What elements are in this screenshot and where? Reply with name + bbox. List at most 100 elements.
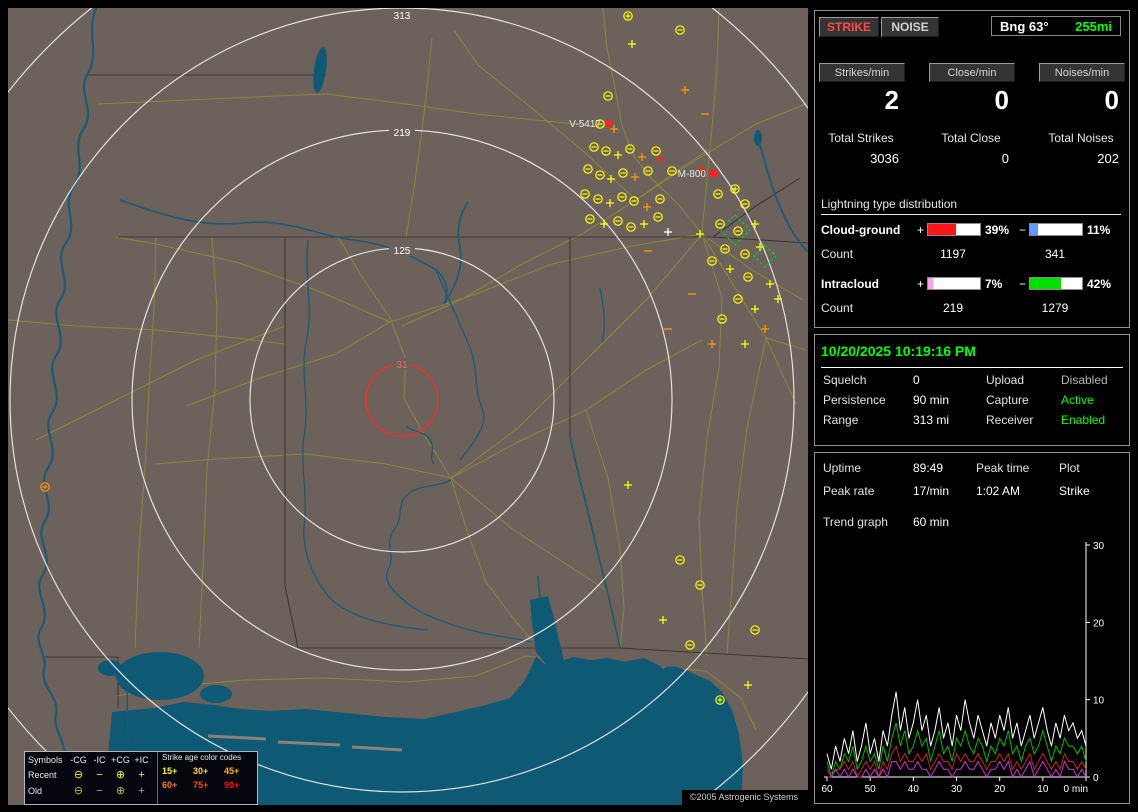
total-strikes-value: 3036 — [870, 151, 899, 166]
receiver-status: Enabled — [1061, 413, 1106, 427]
strike-cgn-icon — [653, 212, 663, 222]
cloud-ground-label: Cloud-ground — [821, 223, 901, 237]
capture-status: Active — [1061, 393, 1094, 407]
strike-icp-icon — [664, 228, 672, 236]
trend-graph-label: Trend graph — [823, 515, 888, 529]
trend-graph-value: 60 min — [913, 515, 950, 529]
strike-icp-icon — [606, 199, 614, 207]
cloud-ground-count-row: Count 1197 341 — [815, 247, 1129, 263]
svg-text:10: 10 — [1093, 696, 1105, 707]
svg-text:219: 219 — [394, 128, 411, 139]
strike-icp-icon — [600, 220, 608, 228]
ic-plus-count: 219 — [942, 301, 964, 315]
range-ring-label: 313 — [389, 9, 415, 22]
strike-cgn-icon — [685, 640, 695, 650]
strike-icp-icon — [656, 155, 664, 163]
count-label: Count — [821, 301, 854, 315]
strike-icp-icon — [774, 295, 782, 303]
age-30: 30+ — [193, 766, 209, 776]
strike-cgn-icon — [618, 168, 628, 178]
bearing-value: Bng 63° — [1000, 18, 1049, 34]
ic-minus-count: 1279 — [1041, 301, 1069, 315]
svg-text:20: 20 — [994, 784, 1006, 795]
strike-cgn-icon — [626, 222, 636, 232]
strike-icp-icon — [681, 86, 689, 94]
status-row: Range 313 mi Receiver Enabled — [815, 413, 1129, 429]
strike-cgn-icon — [589, 142, 599, 152]
status-row: Persistence 90 min Capture Active — [815, 393, 1129, 409]
intracloud-row: Intracloud + 7% − 42% — [815, 277, 1129, 293]
range-ring-labels: 313 219 125 31 — [389, 9, 415, 371]
cg-minus-percent: 11% — [1087, 223, 1111, 237]
strike-icp-icon — [640, 220, 648, 228]
ic-pos-old-icon: + — [138, 784, 145, 797]
strike-icp-icon — [751, 305, 759, 313]
strike-cgn-icon — [740, 249, 750, 259]
squelch-value: 0 — [913, 373, 920, 387]
strike-cgn-icon — [695, 580, 705, 590]
age-90: 90+ — [224, 780, 240, 790]
lightning-map[interactable]: V-5417 M-800 313 219 125 31 Symbols -CG -IC … — [8, 8, 808, 805]
strike-cgn-icon — [603, 91, 613, 101]
total-strikes-label: Total Strikes — [828, 131, 894, 145]
strike-cgn-icon — [585, 214, 595, 224]
station-marker: M-800 — [678, 169, 717, 180]
svg-text:0 min: 0 min — [1064, 784, 1088, 795]
noises-per-min-value: 0 — [1104, 85, 1119, 115]
map-canvas[interactable]: V-5417 M-800 313 219 125 31 — [8, 8, 808, 805]
noises-per-min-button[interactable]: Noises/min — [1039, 63, 1125, 82]
strike-mode-button[interactable]: STRIKE — [819, 17, 879, 37]
capture-label: Capture — [986, 393, 1029, 407]
ic-plus-bar — [927, 277, 981, 290]
strike-cgn-icon — [733, 294, 743, 304]
copyright-notice: ©2005 Astrogenic Systems — [681, 790, 808, 805]
strike-icp-icon — [659, 616, 667, 624]
strike-stats-panel: STRIKE NOISE Bng 63° 255mi Strikes/min C… — [814, 10, 1130, 328]
strike-icp-icon — [708, 340, 716, 348]
range-label: Range — [823, 413, 859, 427]
upload-label: Upload — [986, 373, 1025, 387]
range-ring-label: 219 — [389, 126, 415, 139]
ic-pos-recent-icon: + — [138, 768, 145, 781]
strike-icp-icon — [624, 481, 632, 489]
ic-plus-percent: 7% — [985, 277, 1003, 291]
ic-neg-recent-icon: − — [96, 768, 103, 781]
cg-neg-recent-icon: ⊖ — [73, 768, 84, 781]
strikes-per-min-button[interactable]: Strikes/min — [819, 63, 905, 82]
total-close-value: 0 — [1001, 151, 1009, 166]
cloud-ground-row: Cloud-ground + 39% − 11% — [815, 223, 1129, 239]
strike-icp-icon — [726, 265, 734, 273]
strike-cgn-icon — [675, 25, 685, 35]
legend-recent-label: Recent — [28, 770, 57, 780]
svg-text:31: 31 — [396, 360, 408, 371]
strike-cgn-icon — [583, 164, 593, 174]
strike-icp-icon — [631, 173, 639, 181]
trend-chart: 30 20 10 0 60 50 40 30 20 10 0 min — [821, 541, 1105, 795]
svg-text:0: 0 — [1093, 773, 1099, 784]
strike-cgn-icon — [713, 189, 723, 199]
strike-icp-icon — [607, 175, 615, 183]
cg-plus-bar — [927, 223, 981, 236]
noise-mode-button[interactable]: NOISE — [881, 17, 939, 37]
cg-pos-old-icon: ⊕ — [115, 784, 126, 797]
strike-cgn-icon — [655, 194, 665, 204]
strike-icp-icon — [643, 203, 651, 211]
close-per-min-button[interactable]: Close/min — [929, 63, 1015, 82]
legend-col-ic-neg: -IC — [93, 755, 106, 765]
plot-label: Plot — [1059, 461, 1080, 475]
svg-text:30: 30 — [1093, 541, 1105, 552]
svg-text:313: 313 — [394, 11, 411, 22]
bearing-display: Bng 63° 255mi — [991, 16, 1121, 36]
close-per-min-value: 0 — [994, 85, 1009, 115]
close-range-ring — [365, 363, 439, 437]
strikes-per-min-value: 2 — [884, 85, 899, 115]
intracloud-count-row: Count 219 1279 — [815, 301, 1129, 317]
ic-minus-bar — [1029, 277, 1083, 290]
distribution-title: Lightning type distribution — [821, 197, 1121, 215]
uptime-value: 89:49 — [913, 461, 944, 475]
cg-plus-percent: 39% — [985, 223, 1010, 237]
strike-cgn-icon — [593, 194, 603, 204]
range-ring-label: 125 — [389, 244, 415, 257]
legend-col-ic-pos: +IC — [134, 755, 149, 765]
intracloud-label: Intracloud — [821, 277, 880, 291]
